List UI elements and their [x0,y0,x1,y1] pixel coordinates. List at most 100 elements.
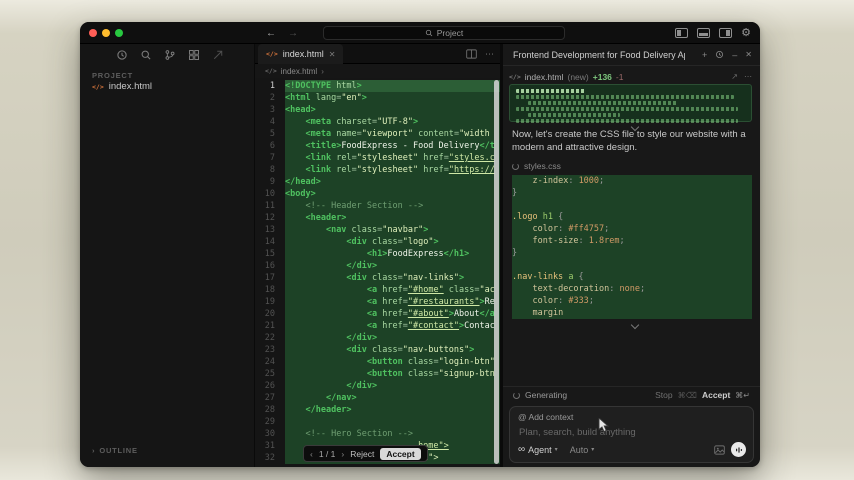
code-line: z-index: 1000; [512,175,752,187]
diff-preview-row [528,113,620,117]
search-icon[interactable] [140,49,152,61]
more-actions-icon[interactable]: ⋯ [485,49,494,60]
history-icon[interactable] [116,49,128,61]
chevron-right-icon: › [92,446,95,455]
chat-header: Frontend Development for Food Delivery A… [503,44,760,66]
code-line: 7 <link rel="stylesheet" href="styles.c [255,152,500,164]
agent-mode-select[interactable]: ∞ Agent ▾ [518,444,558,455]
html-file-icon: </> [266,50,278,58]
window-body: PROJECT </> index.html › OUTLINE </> ind… [80,44,760,467]
code-line: .logo h1 { [512,211,752,223]
diagnostics-icon[interactable] [212,49,224,61]
source-control-icon[interactable] [164,49,176,61]
code-line: 24 <button class="login-btn" [255,356,500,368]
diff-preview-row [528,101,678,105]
diff-preview [509,84,752,122]
code-line: margin [512,307,752,319]
code-line: 17 <div class="nav-links"> [255,272,500,284]
history-forward-icon[interactable]: → [288,28,298,39]
breadcrumb[interactable]: </> index.html › [255,64,500,78]
history-icon[interactable] [715,50,724,59]
stop-button[interactable]: Stop [655,390,673,400]
accept-button[interactable]: Accept [380,448,420,460]
code-line: 20 <a href="#about">About</a [255,308,500,320]
code-line: 13 <nav class="navbar"> [255,224,500,236]
outline-label: OUTLINE [99,446,138,455]
toggle-bottom-panel-icon[interactable] [697,28,710,38]
code-line: 22 </div> [255,332,500,344]
chevron-down-icon: ▾ [555,446,558,453]
diff-preview-row [516,95,734,99]
diff-preview-row [516,119,738,123]
more-actions-icon[interactable]: ⋯ [744,72,752,81]
open-file-icon[interactable]: ↗ [731,72,738,81]
outline-section-header[interactable]: › OUTLINE [92,446,138,455]
toggle-left-panel-icon[interactable] [675,28,688,38]
code-line: 6 <title>FoodExpress - Food Delivery</t [255,140,500,152]
history-back-icon[interactable]: ← [266,28,276,39]
add-context-button[interactable]: @ Add context [518,412,573,422]
code-line: 4 <meta charset="UTF-8"> [255,116,500,128]
code-line: 26 </div> [255,380,500,392]
tab-index-html[interactable]: </> index.html ✕ [258,44,343,64]
tab-label: index.html [283,49,324,59]
code-line: 21 <a href="#contact">Contac [255,320,500,332]
accept-all-button[interactable]: Accept [702,390,730,400]
model-select[interactable]: Auto ▾ [570,445,595,455]
css-code: z-index: 1000;}.logo h1 { color: #ff4757… [512,175,752,319]
code-line [512,199,752,211]
scroll-down-chevron-icon[interactable] [630,321,638,329]
window-traffic-lights [89,29,123,37]
split-editor-icon[interactable] [466,49,477,59]
code-line: 2<html lang="en"> [255,92,500,104]
toggle-right-panel-icon[interactable] [719,28,732,38]
code-line: 10<body> [255,188,500,200]
extensions-icon[interactable] [188,49,200,61]
spinner-icon [512,163,519,170]
code-line: 23 <div class="nav-buttons"> [255,344,500,356]
generating-label: Generating [525,390,567,400]
chevron-right-icon: › [321,67,324,76]
inline-diff-widget: ‹ 1 / 1 › Reject Accept [303,445,428,462]
close-icon[interactable]: ✕ [745,50,752,59]
close-tab-icon[interactable]: ✕ [329,50,336,59]
code-line: text-decoration: none; [512,283,752,295]
attach-image-icon[interactable] [714,445,725,455]
project-search-input[interactable]: Project [323,26,565,40]
voice-input-button[interactable] [731,442,746,457]
code-line: 3<head> [255,104,500,116]
code-line: 28 </header> [255,404,500,416]
accept-shortcut: ⌘↵ [735,391,750,400]
diff-summary-card[interactable]: </> index.html (new) +136 -1 ↗ ⋯ [509,70,752,122]
chat-code-block: styles.css z-index: 1000;}.logo h1 { col… [512,160,752,319]
diff-file-name: index.html [525,72,564,82]
infinity-icon: ∞ [518,444,525,455]
code-line: 9</head> [255,176,500,188]
zoom-window-button[interactable] [115,29,123,37]
prev-diff-icon[interactable]: ‹ [310,449,313,459]
editor-code[interactable]: 1<!DOCTYPE html>2<html lang="en">3<head>… [255,78,500,467]
generating-spinner-icon [513,392,520,399]
assistant-message: Now, let's create the CSS file to style … [512,129,752,154]
settings-gear-icon[interactable]: ⚙ [741,28,751,39]
reject-button[interactable]: Reject [350,449,374,459]
project-sidebar: PROJECT </> index.html › OUTLINE [80,44,255,467]
editor-scrollbar[interactable] [494,80,499,464]
minimize-window-button[interactable] [102,29,110,37]
close-window-button[interactable] [89,29,97,37]
diff-additions: +136 [593,72,612,82]
next-diff-icon[interactable]: › [341,449,344,459]
chat-input-placeholder: Plan, search, build anything [519,427,636,438]
diff-preview-row [516,107,738,111]
chevron-down-icon: ▾ [591,446,594,453]
project-search-label: Project [437,28,463,38]
minimize-icon[interactable]: – [732,50,737,60]
code-line: 19 <a href="#restaurants">Re [255,296,500,308]
new-chat-icon[interactable]: + [702,50,707,60]
sidebar-item-index-html[interactable]: </> index.html [92,81,152,92]
code-line: 29 [255,416,500,428]
project-section-label[interactable]: PROJECT [92,71,133,80]
code-line: 5 <meta name="viewport" content="width [255,128,500,140]
titlebar: ← → Project ⚙ [80,22,760,44]
chat-input-box[interactable]: @ Add context Plan, search, build anythi… [509,406,754,463]
